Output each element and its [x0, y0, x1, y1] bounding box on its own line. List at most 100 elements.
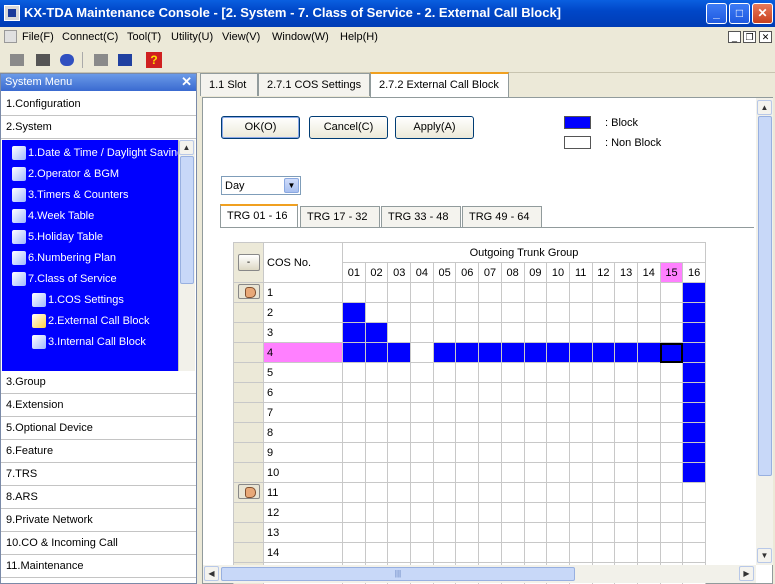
- non-block-cell[interactable]: [636, 302, 661, 323]
- non-block-cell[interactable]: [546, 322, 570, 343]
- non-block-cell[interactable]: [455, 382, 480, 403]
- non-block-cell[interactable]: [364, 442, 389, 463]
- menu-group-system[interactable]: 2.System: [1, 116, 196, 139]
- non-block-cell[interactable]: [546, 302, 570, 323]
- tab-cos-settings[interactable]: 2.7.1 COS Settings: [258, 73, 370, 96]
- non-block-cell[interactable]: [523, 522, 548, 543]
- tab-trg-17-32[interactable]: TRG 17 - 32: [300, 206, 380, 227]
- non-block-cell[interactable]: [636, 282, 661, 303]
- non-block-cell[interactable]: [478, 362, 502, 383]
- non-block-cell[interactable]: [342, 542, 366, 563]
- non-block-cell[interactable]: [500, 322, 525, 343]
- non-block-cell[interactable]: [387, 502, 412, 523]
- non-block-cell[interactable]: [342, 382, 366, 403]
- non-block-cell[interactable]: [455, 422, 480, 443]
- non-block-cell[interactable]: [500, 502, 525, 523]
- cos-number-cell[interactable]: 4: [263, 342, 343, 363]
- non-block-cell[interactable]: [342, 362, 366, 383]
- mdi-minimize-button[interactable]: _: [728, 31, 741, 43]
- non-block-cell[interactable]: [342, 422, 366, 443]
- program-icon[interactable]: [58, 51, 76, 69]
- non-block-cell[interactable]: [500, 402, 525, 423]
- non-block-cell[interactable]: [410, 442, 434, 463]
- block-cell[interactable]: [682, 422, 706, 443]
- non-block-cell[interactable]: [659, 422, 684, 443]
- non-block-cell[interactable]: [523, 442, 548, 463]
- non-block-cell[interactable]: [614, 462, 638, 483]
- non-block-cell[interactable]: [342, 482, 366, 503]
- non-block-cell[interactable]: [546, 442, 570, 463]
- trunk-group-column-header[interactable]: 13: [614, 262, 638, 283]
- non-block-cell[interactable]: [614, 442, 638, 463]
- menu-group[interactable]: 10.CO & Incoming Call: [1, 532, 196, 555]
- non-block-cell[interactable]: [546, 402, 570, 423]
- non-block-cell[interactable]: [410, 322, 434, 343]
- tab-trg-49-64[interactable]: TRG 49 - 64: [462, 206, 542, 227]
- menu-group-configuration[interactable]: 1.Configuration: [1, 93, 196, 116]
- menu-group[interactable]: 4.Extension: [1, 394, 196, 417]
- block-cell[interactable]: [364, 342, 389, 363]
- non-block-cell[interactable]: [659, 362, 684, 383]
- non-block-cell[interactable]: [523, 462, 548, 483]
- non-block-cell[interactable]: [591, 502, 616, 523]
- non-block-cell[interactable]: [523, 362, 548, 383]
- non-block-cell[interactable]: [500, 302, 525, 323]
- non-block-cell[interactable]: [387, 422, 412, 443]
- help-icon[interactable]: ?: [145, 51, 163, 69]
- connect-icon[interactable]: [34, 51, 52, 69]
- non-block-cell[interactable]: [455, 442, 480, 463]
- block-cell[interactable]: [546, 342, 570, 363]
- non-block-cell[interactable]: [659, 282, 684, 303]
- non-block-cell[interactable]: [432, 422, 457, 443]
- menu-connect[interactable]: Connect(C): [62, 31, 118, 43]
- non-block-cell[interactable]: [636, 382, 661, 403]
- non-block-cell[interactable]: [682, 482, 706, 503]
- block-cell[interactable]: [682, 342, 706, 363]
- non-block-cell[interactable]: [500, 482, 525, 503]
- non-block-cell[interactable]: [478, 302, 502, 323]
- non-block-cell[interactable]: [636, 502, 661, 523]
- block-cell[interactable]: [523, 342, 548, 363]
- non-block-cell[interactable]: [455, 402, 480, 423]
- cos-number-cell[interactable]: 12: [263, 502, 343, 523]
- non-block-cell[interactable]: [478, 382, 502, 403]
- cancel-button[interactable]: Cancel(C): [309, 116, 388, 139]
- non-block-cell[interactable]: [523, 482, 548, 503]
- pane-horizontal-scrollbar[interactable]: ◀ ||| ▶: [203, 565, 756, 583]
- non-block-cell[interactable]: [614, 322, 638, 343]
- non-block-cell[interactable]: [591, 462, 616, 483]
- non-block-cell[interactable]: [410, 302, 434, 323]
- cos-number-cell[interactable]: 1: [263, 282, 343, 303]
- scroll-thumb[interactable]: [758, 116, 772, 476]
- trunk-group-column-header[interactable]: 10: [546, 262, 570, 283]
- non-block-cell[interactable]: [387, 542, 412, 563]
- non-block-cell[interactable]: [410, 502, 434, 523]
- non-block-cell[interactable]: [342, 502, 366, 523]
- non-block-cell[interactable]: [410, 402, 434, 423]
- mdi-close-button[interactable]: ✕: [759, 31, 772, 43]
- app-icon[interactable]: [4, 5, 20, 21]
- scroll-up-icon[interactable]: ▲: [757, 100, 772, 115]
- non-block-cell[interactable]: [568, 362, 593, 383]
- non-block-cell[interactable]: [636, 542, 661, 563]
- trunk-group-column-header[interactable]: 16: [682, 262, 706, 283]
- non-block-cell[interactable]: [455, 282, 480, 303]
- non-block-cell[interactable]: [455, 462, 480, 483]
- document-icon[interactable]: [4, 30, 17, 43]
- non-block-cell[interactable]: [410, 342, 434, 363]
- non-block-cell[interactable]: [478, 442, 502, 463]
- block-cell[interactable]: [342, 322, 366, 343]
- non-block-cell[interactable]: [432, 482, 457, 503]
- non-block-cell[interactable]: [591, 322, 616, 343]
- non-block-cell[interactable]: [682, 502, 706, 523]
- trunk-group-column-header[interactable]: 05: [432, 262, 457, 283]
- menu-help[interactable]: Help(H): [340, 31, 378, 43]
- scroll-up-icon[interactable]: ▲: [179, 140, 194, 155]
- non-block-cell[interactable]: [659, 482, 684, 503]
- cos-number-cell[interactable]: 13: [263, 522, 343, 543]
- non-block-cell[interactable]: [546, 502, 570, 523]
- non-block-cell[interactable]: [432, 362, 457, 383]
- non-block-cell[interactable]: [614, 382, 638, 403]
- non-block-cell[interactable]: [410, 462, 434, 483]
- non-block-cell[interactable]: [523, 322, 548, 343]
